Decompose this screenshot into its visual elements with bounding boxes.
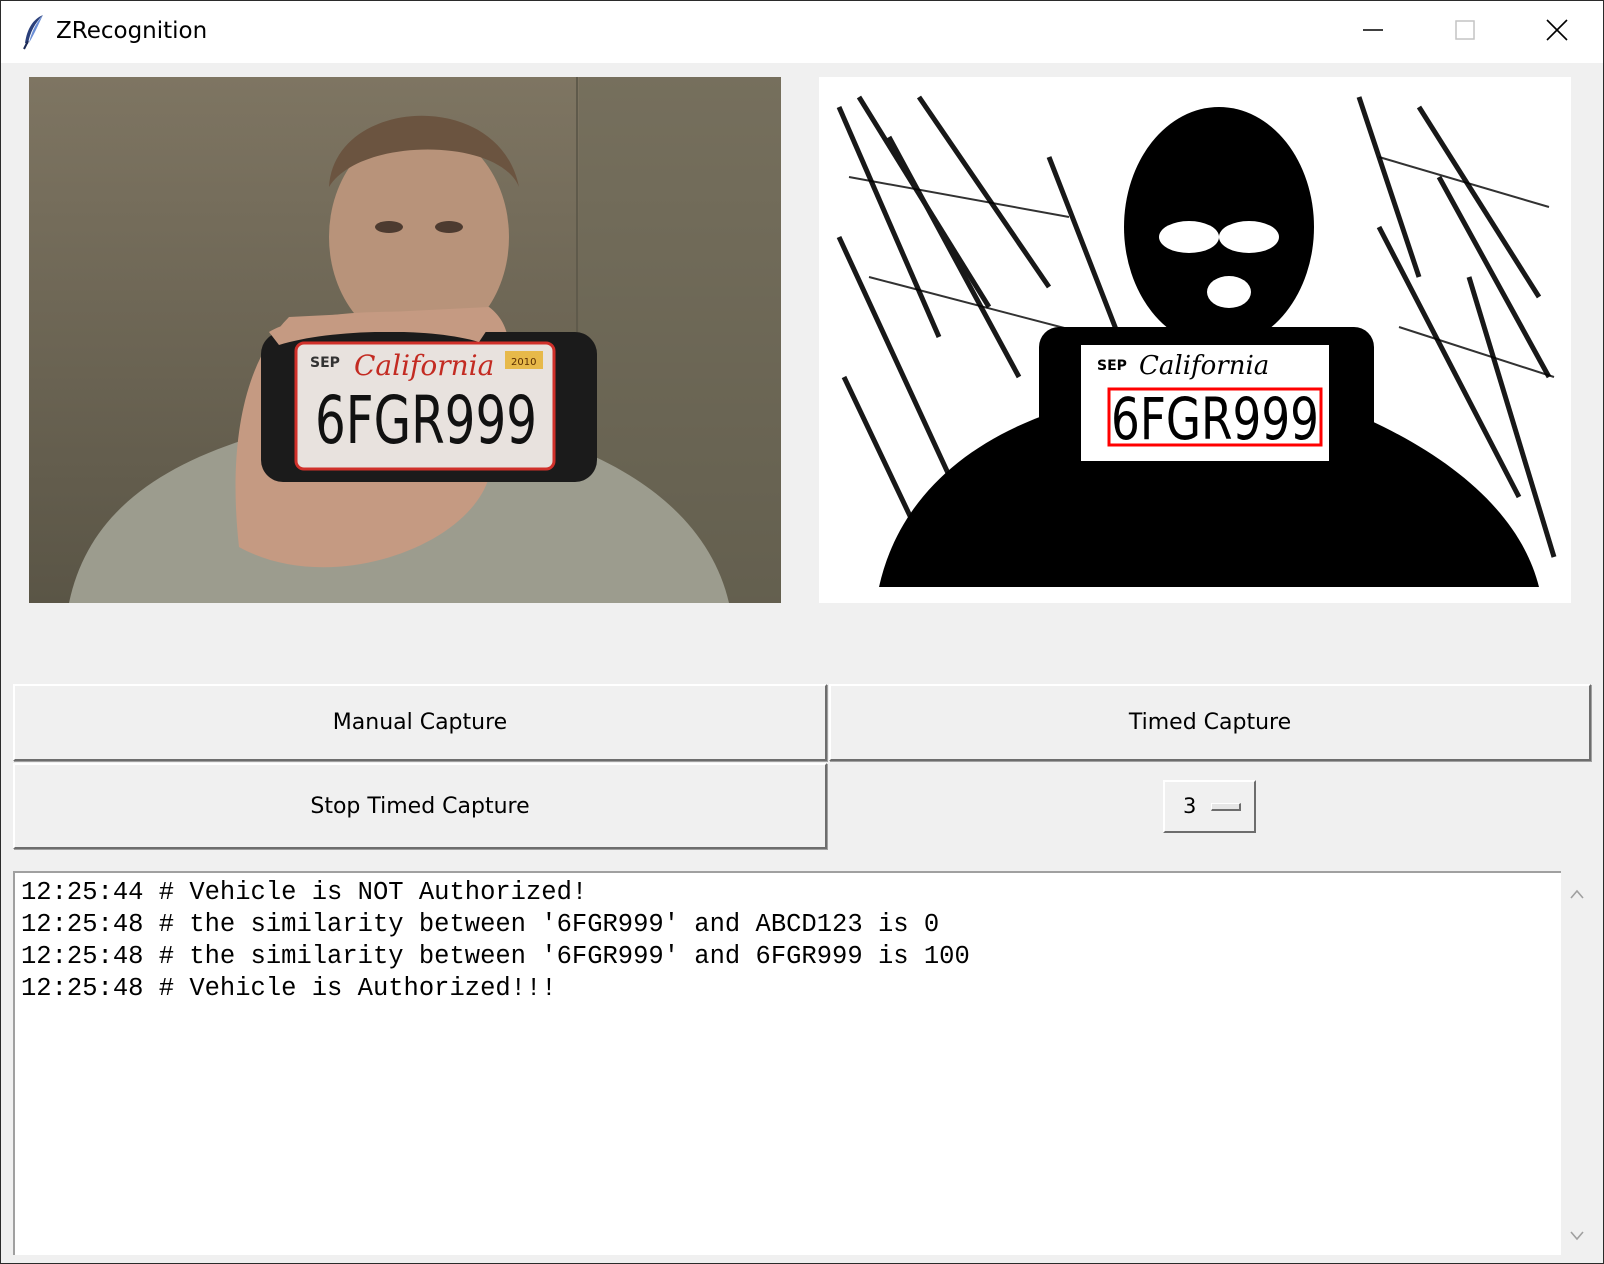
processed-plate-state: California bbox=[1139, 351, 1269, 381]
stop-timed-capture-button[interactable]: Stop Timed Capture bbox=[13, 763, 827, 849]
log-line: 12:25:48 # Vehicle is Authorized!!! bbox=[21, 974, 557, 1003]
scroll-down-arrow-icon[interactable] bbox=[1569, 1227, 1585, 1241]
original-camera-view: SEP California 2010 6FGR999 bbox=[29, 77, 781, 603]
processed-camera-view: SEP California 6FGR999 bbox=[819, 77, 1571, 603]
log-line: 12:25:48 # the similarity between '6FGR9… bbox=[21, 942, 970, 971]
app-window: ZRecognition SEP California 2010 6FGR999… bbox=[0, 0, 1604, 1264]
scroll-up-arrow-icon[interactable] bbox=[1569, 885, 1585, 899]
log-scrollbar[interactable] bbox=[1561, 871, 1593, 1255]
manual-capture-button[interactable]: Manual Capture bbox=[13, 684, 827, 761]
feather-icon bbox=[19, 13, 49, 51]
close-button[interactable] bbox=[1511, 1, 1603, 63]
log-line: 12:25:48 # the similarity between '6FGR9… bbox=[21, 910, 940, 939]
interval-value: 3 bbox=[1183, 794, 1197, 818]
plate-state-label: California bbox=[354, 349, 494, 382]
window-title: ZRecognition bbox=[56, 18, 208, 44]
log-text-area[interactable]: 12:25:44 # Vehicle is NOT Authorized! 12… bbox=[13, 871, 1561, 1255]
plate-month-label: SEP bbox=[310, 355, 340, 371]
interval-option-menu[interactable]: 3 bbox=[1163, 780, 1256, 833]
processed-plate-month: SEP bbox=[1097, 358, 1127, 374]
plate-year-sticker: 2010 bbox=[511, 357, 536, 368]
minimize-icon bbox=[1362, 19, 1384, 45]
maximize-icon bbox=[1454, 19, 1476, 45]
close-icon bbox=[1545, 18, 1569, 46]
plate-number: 6FGR999 bbox=[315, 382, 537, 459]
processed-plate-number: 6FGR999 bbox=[1111, 385, 1319, 453]
title-bar[interactable]: ZRecognition bbox=[1, 1, 1603, 63]
option-menu-indicator-icon bbox=[1211, 803, 1241, 811]
timed-capture-button[interactable]: Timed Capture bbox=[829, 684, 1591, 761]
log-line: 12:25:44 # Vehicle is NOT Authorized! bbox=[21, 878, 588, 907]
minimize-button[interactable] bbox=[1327, 1, 1419, 63]
maximize-button[interactable] bbox=[1419, 1, 1511, 63]
